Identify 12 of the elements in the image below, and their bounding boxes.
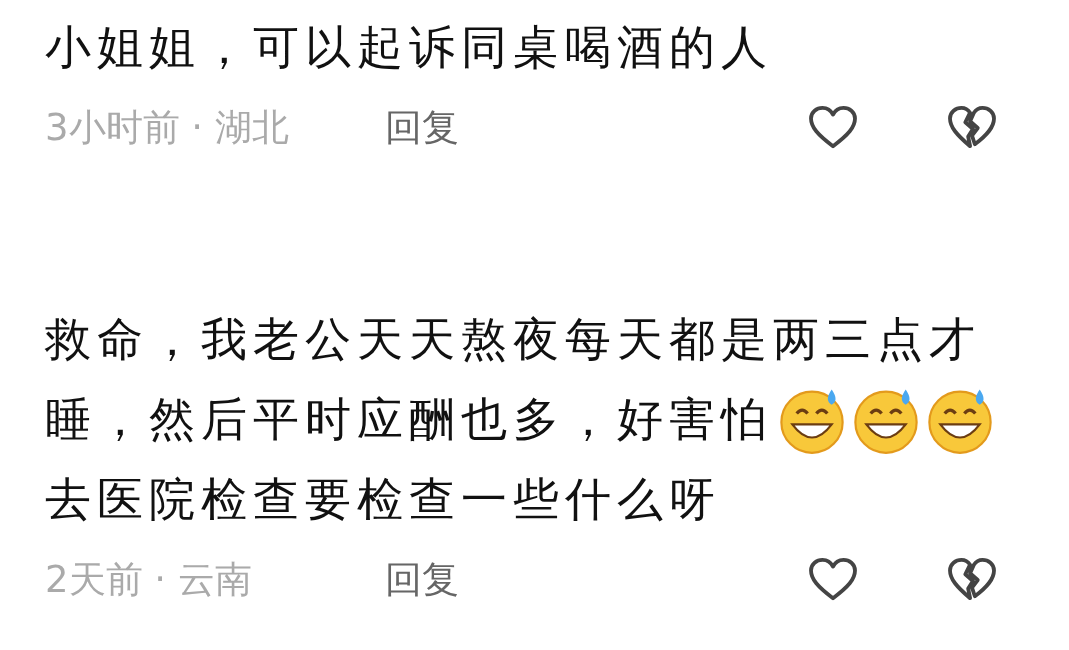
broken-heart-icon[interactable]: [947, 106, 997, 150]
time-location-text: 2天前 · 云南: [45, 557, 253, 603]
comment-text: 救命，我老公天天熬夜每天都是两三点才: [45, 311, 981, 368]
broken-heart-icon[interactable]: [947, 558, 997, 602]
comment-text: 去医院检查要检查一些什么呀: [45, 471, 721, 528]
reply-button[interactable]: 回复: [385, 103, 459, 153]
reply-button[interactable]: 回复: [385, 555, 459, 605]
like-heart-icon[interactable]: [808, 106, 858, 150]
like-heart-icon[interactable]: [808, 558, 858, 602]
comment-text: 小姐姐，可以起诉同桌喝酒的人: [45, 19, 773, 76]
comment-text: 睡，然后平时应酬也多，好害怕: [45, 391, 773, 448]
time-location-text: 3小时前 · 湖北: [45, 105, 290, 151]
